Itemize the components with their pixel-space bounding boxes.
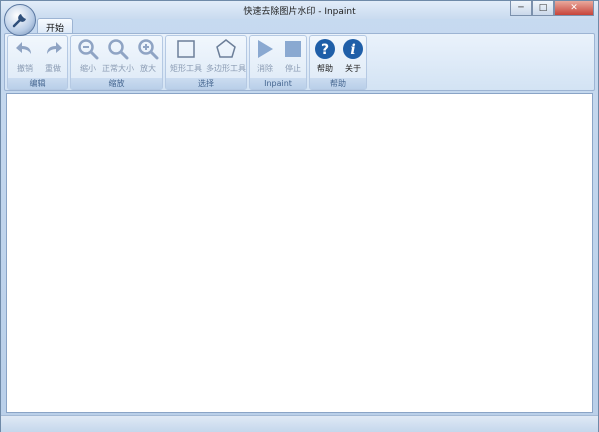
group-select-label: 选择: [166, 78, 246, 89]
svg-text:i: i: [350, 42, 355, 58]
status-bar: [1, 415, 598, 432]
app-window: 快速去除图片水印 - Inpaint ─ □ ✕ 开始 撤销 重做 编辑 缩小 …: [0, 0, 599, 432]
wrench-icon: [12, 14, 26, 28]
maximize-button[interactable]: □: [532, 1, 554, 16]
stop-icon: [285, 41, 301, 57]
polygon-icon: [216, 39, 236, 58]
group-help-label: 帮助: [310, 78, 366, 89]
zoom-normal-label: 正常大小: [102, 64, 134, 73]
zoom-in-button[interactable]: 放大: [133, 38, 163, 76]
polygon-tool-label: 多边形工具: [206, 64, 246, 73]
window-title: 快速去除图片水印 - Inpaint: [243, 7, 356, 17]
zoom-normal-button[interactable]: 正常大小: [102, 38, 134, 76]
image-canvas[interactable]: [6, 93, 593, 413]
title-bar[interactable]: 快速去除图片水印 - Inpaint ─ □ ✕: [1, 1, 598, 19]
ribbon-tabs: 开始: [37, 18, 74, 34]
zoom-out-button[interactable]: 缩小: [73, 38, 103, 76]
window-controls: ─ □ ✕: [510, 1, 594, 16]
ribbon: 撤销 重做 编辑 缩小 正常大小 放大 缩放 矩形工具 多边形工具 选择 消除 …: [4, 33, 595, 91]
zoom-out-icon: [78, 39, 99, 60]
group-edit-label: 编辑: [8, 78, 67, 89]
group-zoom-label: 缩放: [71, 78, 162, 89]
undo-label: 撤销: [17, 64, 33, 73]
zoom-in-icon: [138, 39, 159, 60]
erase-button[interactable]: 消除: [250, 38, 280, 76]
group-select: 矩形工具 多边形工具 选择: [165, 35, 247, 90]
group-zoom: 缩小 正常大小 放大 缩放: [70, 35, 163, 90]
help-button[interactable]: ? 帮助: [310, 38, 340, 76]
about-button[interactable]: i 关于: [338, 38, 368, 76]
play-icon: [258, 40, 273, 58]
undo-icon: [16, 42, 31, 54]
rectangle-tool-label: 矩形工具: [170, 64, 202, 73]
rectangle-icon: [177, 40, 195, 58]
minimize-button[interactable]: ─: [510, 1, 532, 16]
stop-label: 停止: [285, 64, 301, 73]
group-edit: 撤销 重做 编辑: [7, 35, 68, 90]
group-help: ? 帮助 i 关于 帮助: [309, 35, 367, 90]
info-icon: i: [343, 39, 363, 59]
group-inpaint: 消除 停止 Inpaint: [249, 35, 307, 90]
about-label: 关于: [345, 64, 361, 73]
help-label: 帮助: [317, 64, 333, 73]
redo-icon: [47, 42, 62, 54]
svg-text:?: ?: [321, 42, 329, 58]
group-inpaint-label: Inpaint: [250, 78, 306, 89]
redo-button[interactable]: 重做: [38, 38, 68, 76]
undo-button[interactable]: 撤销: [10, 38, 40, 76]
zoom-out-label: 缩小: [80, 64, 96, 73]
application-menu-button[interactable]: [4, 4, 36, 36]
erase-label: 消除: [257, 64, 273, 73]
zoom-normal-icon: [108, 39, 129, 60]
stop-button[interactable]: 停止: [278, 38, 308, 76]
close-button[interactable]: ✕: [554, 1, 594, 16]
rectangle-tool-button[interactable]: 矩形工具: [168, 38, 204, 76]
tab-start[interactable]: 开始: [37, 18, 74, 34]
polygon-tool-button[interactable]: 多边形工具: [206, 38, 246, 76]
redo-label: 重做: [45, 64, 61, 73]
zoom-in-label: 放大: [140, 64, 156, 73]
help-icon: ?: [315, 39, 335, 59]
